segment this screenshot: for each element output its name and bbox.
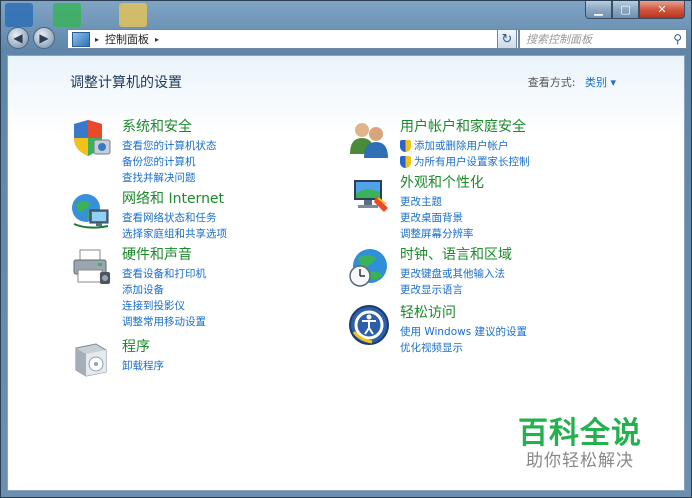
watermark-slogan: 助你轻松解决 bbox=[526, 451, 634, 471]
printer-icon[interactable] bbox=[70, 246, 112, 288]
breadcrumb-separator-icon: ▸ bbox=[95, 34, 100, 44]
minimize-button[interactable]: ▁ bbox=[585, 1, 612, 19]
category-link[interactable]: 查找并解决问题 bbox=[122, 170, 362, 186]
search-placeholder: 搜索控制面板 bbox=[526, 33, 592, 46]
view-by-dropdown[interactable]: 类别 ▾ bbox=[585, 76, 616, 89]
uac-shield-icon bbox=[400, 140, 411, 152]
category-link[interactable]: 查看网络状态和任务 bbox=[122, 210, 362, 226]
appearance-monitor-icon[interactable] bbox=[348, 174, 390, 216]
network-globe-icon[interactable] bbox=[70, 190, 112, 232]
category-title[interactable]: 轻松访问 bbox=[400, 304, 640, 322]
search-icon[interactable]: ⚲ bbox=[673, 32, 682, 46]
category-title[interactable]: 用户帐户和家庭安全 bbox=[400, 118, 640, 136]
category-link[interactable]: 优化视频显示 bbox=[400, 340, 640, 356]
category-link[interactable]: 使用 Windows 建议的设置 bbox=[400, 324, 640, 340]
window-controls: ▁ □ ✕ bbox=[585, 1, 685, 19]
category-title[interactable]: 外观和个性化 bbox=[400, 174, 640, 192]
category-link[interactable]: 查看设备和打印机 bbox=[122, 266, 362, 282]
programs-box-icon[interactable] bbox=[70, 338, 112, 380]
view-by: 查看方式: 类别 ▾ bbox=[528, 74, 616, 90]
desktop-icon bbox=[5, 3, 33, 27]
control-panel-window: ▁ □ ✕ ◀ ▶ ▸ 控制面板 ▸ ▼ ↻ 搜索控制面板 ⚲ 调整计算机的设置… bbox=[0, 0, 692, 498]
control-panel-icon bbox=[72, 31, 90, 47]
close-button[interactable]: ✕ bbox=[639, 1, 685, 19]
address-bar[interactable]: ▸ 控制面板 ▸ ▼ bbox=[67, 29, 519, 49]
refresh-button[interactable]: ↻ bbox=[497, 29, 517, 49]
category-title[interactable]: 硬件和声音 bbox=[122, 246, 362, 264]
category-link-text[interactable]: 添加或删除用户帐户 bbox=[414, 138, 509, 154]
maximize-button[interactable]: □ bbox=[612, 1, 639, 19]
forward-arrow-icon: ▶ bbox=[39, 31, 49, 45]
category-title[interactable]: 网络和 Internet bbox=[122, 190, 362, 208]
breadcrumb-separator-icon[interactable]: ▸ bbox=[155, 35, 159, 44]
category-link[interactable]: 选择家庭组和共享选项 bbox=[122, 226, 362, 242]
desktop-icon bbox=[119, 3, 147, 27]
control-panel-content: 调整计算机的设置 查看方式: 类别 ▾ 系统和安全 查看您的计算机状态 备份您的… bbox=[7, 55, 685, 491]
category-link[interactable]: 连接到投影仪 bbox=[122, 298, 362, 314]
view-by-label: 查看方式: bbox=[527, 76, 576, 89]
forward-button[interactable]: ▶ bbox=[33, 27, 55, 49]
ease-of-access-icon[interactable] bbox=[348, 304, 390, 346]
security-shield-icon[interactable] bbox=[70, 118, 112, 160]
uac-shield-icon bbox=[400, 156, 411, 168]
category-title[interactable]: 时钟、语言和区域 bbox=[400, 246, 640, 264]
category-link[interactable]: 添加或删除用户帐户 bbox=[400, 138, 640, 154]
category-link[interactable]: 查看您的计算机状态 bbox=[122, 138, 362, 154]
search-input[interactable]: 搜索控制面板 ⚲ bbox=[519, 29, 687, 49]
clock-globe-icon[interactable] bbox=[348, 246, 390, 288]
category-link[interactable]: 更改键盘或其他输入法 bbox=[400, 266, 640, 282]
category-link[interactable]: 调整常用移动设置 bbox=[122, 314, 362, 330]
category-link[interactable]: 卸载程序 bbox=[122, 358, 362, 374]
category-link[interactable]: 为所有用户设置家长控制 bbox=[400, 154, 640, 170]
category-title[interactable]: 程序 bbox=[122, 338, 362, 356]
category-link[interactable]: 调整屏幕分辨率 bbox=[400, 226, 640, 242]
back-button[interactable]: ◀ bbox=[7, 27, 29, 49]
category-link[interactable]: 添加设备 bbox=[122, 282, 362, 298]
category-link[interactable]: 备份您的计算机 bbox=[122, 154, 362, 170]
refresh-icon: ↻ bbox=[501, 31, 513, 47]
desktop-icon bbox=[53, 3, 81, 27]
navigation-bar: ◀ ▶ ▸ 控制面板 ▸ ▼ ↻ 搜索控制面板 ⚲ bbox=[7, 27, 687, 51]
back-arrow-icon: ◀ bbox=[13, 31, 23, 45]
page-title: 调整计算机的设置 bbox=[70, 75, 182, 91]
breadcrumb-control-panel[interactable]: 控制面板 bbox=[105, 31, 149, 47]
category-link[interactable]: 更改显示语言 bbox=[400, 282, 640, 298]
category-link[interactable]: 更改桌面背景 bbox=[400, 210, 640, 226]
category-link[interactable]: 更改主题 bbox=[400, 194, 640, 210]
category-link-text[interactable]: 为所有用户设置家长控制 bbox=[414, 154, 530, 170]
users-icon[interactable] bbox=[348, 118, 390, 160]
category-title[interactable]: 系统和安全 bbox=[122, 118, 362, 136]
